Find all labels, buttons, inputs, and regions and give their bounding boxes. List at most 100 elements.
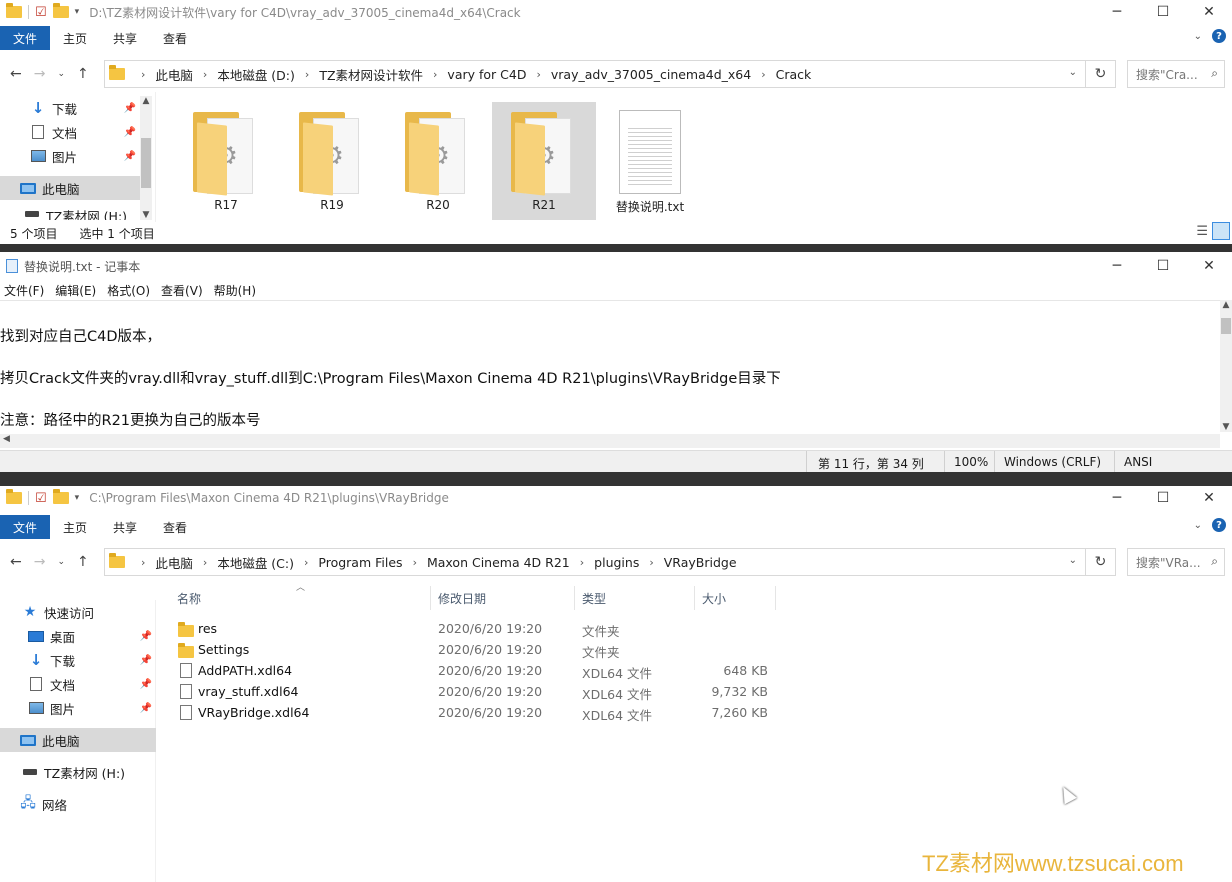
nav-item-drive-h[interactable]: TZ素材网 (H:) [0,760,140,784]
column-header-size[interactable]: 大小 [702,586,726,610]
chevron-right-icon[interactable]: › [433,68,437,81]
tab-file[interactable]: 文件 [0,26,50,50]
breadcrumb-item[interactable]: TZ素材网设计软件 [319,65,423,84]
tab-view[interactable]: 查看 [150,26,200,50]
breadcrumb-item[interactable]: VRayBridge [664,555,737,570]
minimize-button[interactable]: ─ [1094,0,1140,24]
tab-file[interactable]: 文件 [0,515,50,539]
chevron-right-icon[interactable]: › [203,68,207,81]
properties-icon[interactable]: ☑ [35,491,47,506]
breadcrumb-item[interactable]: 此电脑 [155,65,193,84]
tab-share[interactable]: 共享 [100,26,150,50]
pin-icon[interactable]: 📌 [140,655,152,666]
refresh-icon[interactable]: ↻ [1085,61,1115,87]
address-bar[interactable]: › 此电脑 › 本地磁盘 (D:) › TZ素材网设计软件 › vary for… [104,60,1116,88]
minimize-button[interactable]: ─ [1094,486,1140,510]
nav-item-drive-h[interactable]: TZ素材网 (H:) [0,206,140,220]
nav-item-desktop[interactable]: 桌面 📌 [0,624,156,648]
chevron-right-icon[interactable]: › [305,68,309,81]
nav-scrollbar[interactable]: ▲ ▼ [140,96,152,220]
scroll-up-icon[interactable]: ▲ [140,96,152,106]
nav-item-pictures[interactable]: 图片 📌 [0,144,140,168]
nav-item-this-pc[interactable]: 此电脑 [0,176,140,200]
up-arrow-icon[interactable]: ↑ [77,554,89,570]
chevron-right-icon[interactable]: › [649,556,653,569]
maximize-button[interactable]: ☐ [1140,486,1186,510]
title-bar[interactable]: ☑ ▾ D:\TZ素材网设计软件\vary for C4D\vray_adv_3… [0,0,1232,24]
search-input[interactable]: 搜索"Cra... [1136,66,1198,83]
tab-home[interactable]: 主页 [50,515,100,539]
recent-dropdown-icon[interactable]: ⌄ [57,69,65,79]
chevron-right-icon[interactable]: › [203,556,207,569]
new-folder-icon[interactable] [52,3,69,18]
notepad-text-area[interactable]: 找到对应自己C4D版本， 拷贝Crack文件夹的vray.dll和vray_st… [0,300,1220,432]
breadcrumb-item[interactable]: Crack [776,67,812,82]
notepad-vertical-scrollbar[interactable]: ▲ ▼ [1220,300,1232,432]
column-header-name[interactable]: 名称 [177,586,201,610]
expand-ribbon-icon[interactable]: ⌄ [1194,31,1202,42]
details-view-icon[interactable]: ☰ [1196,224,1208,239]
recent-dropdown-icon[interactable]: ⌄ [57,557,65,567]
search-icon[interactable]: ⌕ [1211,66,1218,81]
notepad-title-bar[interactable]: 替换说明.txt - 记事本 ─ ☐ ✕ [0,254,1232,278]
breadcrumb-item[interactable]: Program Files [318,555,402,570]
chevron-right-icon[interactable]: › [536,68,540,81]
expand-ribbon-icon[interactable]: ⌄ [1194,520,1202,531]
search-box[interactable]: 搜索"Cra... ⌕ [1127,60,1225,88]
chevron-right-icon[interactable]: › [141,68,145,81]
up-arrow-icon[interactable]: ↑ [77,66,89,82]
scroll-down-icon[interactable]: ▼ [140,210,152,220]
table-row[interactable]: Settings 2020/6/20 19:20 文件夹 [174,639,774,660]
menu-format[interactable]: 格式(O) [103,282,157,299]
pin-icon[interactable]: 📌 [140,631,152,642]
help-icon[interactable]: ? [1212,518,1226,532]
forward-arrow-icon[interactable]: → [34,554,46,570]
nav-item-downloads[interactable]: ↓ 下载 📌 [0,96,140,120]
scrollbar-thumb[interactable] [141,138,151,188]
close-button[interactable]: ✕ [1186,0,1232,24]
tab-home[interactable]: 主页 [50,26,100,50]
pin-icon[interactable]: 📌 [124,151,136,162]
chevron-right-icon[interactable]: › [761,68,765,81]
table-row[interactable]: AddPATH.xdl64 2020/6/20 19:20 XDL64 文件 6… [174,660,774,681]
large-icons-view-icon[interactable] [1212,222,1230,240]
pin-icon[interactable]: 📌 [124,103,136,114]
menu-file[interactable]: 文件(F) [0,282,51,299]
close-button[interactable]: ✕ [1186,486,1232,510]
refresh-icon[interactable]: ↻ [1085,549,1115,575]
address-dropdown-icon[interactable]: ⌄ [1069,67,1077,78]
new-folder-icon[interactable] [52,489,69,504]
folder-tile-r21[interactable]: ⚙ R21 [492,102,596,220]
breadcrumb-item[interactable]: vray_adv_37005_cinema4d_x64 [551,67,751,82]
nav-item-this-pc[interactable]: 此电脑 [0,728,156,752]
column-header-date[interactable]: 修改日期 [438,586,486,610]
folder-tile-r19[interactable]: ⚙ R19 [280,102,384,220]
menu-view[interactable]: 查看(V) [157,282,210,299]
maximize-button[interactable]: ☐ [1140,254,1186,278]
scroll-down-icon[interactable]: ▼ [1220,422,1232,432]
tab-view[interactable]: 查看 [150,515,200,539]
nav-item-downloads[interactable]: ↓ 下载 📌 [0,648,156,672]
folder-tile-r20[interactable]: ⚙ R20 [386,102,490,220]
menu-edit[interactable]: 编辑(E) [51,282,103,299]
file-tile-readme[interactable]: 替换说明.txt [598,102,702,220]
pin-icon[interactable]: 📌 [140,679,152,690]
quick-access-dropdown-icon[interactable]: ▾ [75,493,80,503]
search-input[interactable]: 搜索"VRa... [1136,554,1201,571]
chevron-right-icon[interactable]: › [580,556,584,569]
pin-icon[interactable]: 📌 [140,703,152,714]
breadcrumb-item[interactable]: 此电脑 [155,553,193,572]
back-arrow-icon[interactable]: ← [10,554,22,570]
column-header-type[interactable]: 类型 [582,586,606,610]
close-button[interactable]: ✕ [1186,254,1232,278]
breadcrumb-item[interactable]: 本地磁盘 (C:) [217,553,294,572]
nav-item-quick-access[interactable]: ★ 快速访问 [0,600,140,624]
table-row[interactable]: res 2020/6/20 19:20 文件夹 [174,618,774,639]
table-row[interactable]: vray_stuff.xdl64 2020/6/20 19:20 XDL64 文… [174,681,774,702]
breadcrumb-item[interactable]: vary for C4D [447,67,526,82]
properties-icon[interactable]: ☑ [35,5,47,20]
breadcrumb-item[interactable]: 本地磁盘 (D:) [217,65,295,84]
quick-access-dropdown-icon[interactable]: ▾ [75,7,80,17]
search-icon[interactable]: ⌕ [1211,554,1218,569]
breadcrumb-item[interactable]: Maxon Cinema 4D R21 [427,555,570,570]
